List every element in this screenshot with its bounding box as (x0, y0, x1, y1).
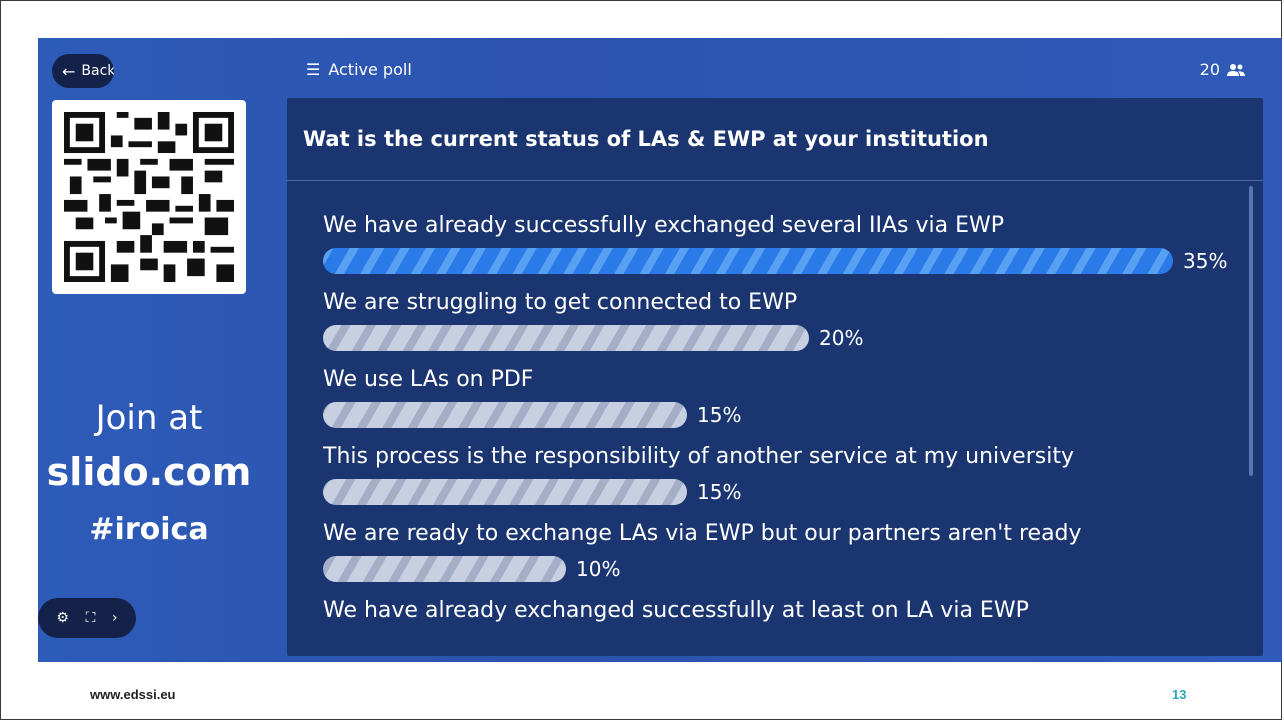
poll-option-label: We are struggling to get connected to EW… (323, 290, 798, 315)
qr-code-image (64, 112, 234, 282)
poll-question: Wat is the current status of LAs & EWP a… (287, 98, 1263, 181)
poll-option-label: We have already exchanged successfully a… (323, 598, 1029, 623)
qr-code (52, 100, 246, 294)
poll-option: We have already successfully exchanged s… (323, 212, 1243, 289)
list-icon: ☰ (306, 60, 321, 79)
poll-option-percent: 10% (576, 557, 621, 581)
poll-bar (323, 556, 566, 582)
poll-option-label: We use LAs on PDF (323, 367, 534, 392)
poll-option: We are struggling to get connected to EW… (323, 289, 1243, 366)
join-at-text: Join at (95, 398, 203, 438)
participant-count: 20 (1200, 60, 1246, 79)
page-number: 13 (1172, 687, 1187, 702)
poll-option-label: We have already successfully exchanged s… (323, 213, 1004, 238)
event-code: #iroica (89, 512, 209, 547)
poll-option-percent: 15% (697, 403, 742, 427)
poll-bar-row: 15% (323, 479, 1243, 505)
poll-bar (323, 479, 687, 505)
arrow-left-icon: ← (62, 61, 76, 81)
gear-icon[interactable]: ⚙ (56, 610, 69, 626)
fullscreen-icon[interactable]: ⛶ (86, 610, 96, 626)
poll-bar-row: 20% (323, 325, 1243, 351)
poll-option: This process is the responsibility of an… (323, 443, 1243, 520)
poll-bar (323, 325, 809, 351)
back-button[interactable]: ← Back (52, 54, 114, 88)
footer-url: www.edssi.eu (90, 687, 176, 702)
join-url: slido.com (46, 450, 252, 494)
chevron-right-icon[interactable]: › (112, 610, 118, 626)
poll-option: We have already exchanged successfully a… (323, 597, 1243, 656)
poll-bar (323, 402, 687, 428)
poll-option-label: This process is the responsibility of an… (323, 444, 1074, 469)
poll-bar-row: 10% (323, 556, 1243, 582)
active-poll-header[interactable]: ☰ Active poll (306, 60, 412, 79)
poll-bar-row: 15% (323, 402, 1243, 428)
participant-count-value: 20 (1199, 60, 1220, 79)
poll-bar-leading (323, 248, 1173, 274)
back-label: Back (81, 63, 114, 79)
slido-stage: ← Back Join at slido.com #iroica ⚙ ⛶ › ☰… (38, 38, 1282, 662)
poll-option: We are ready to exchange LAs via EWP but… (323, 520, 1243, 597)
poll-option-percent: 15% (697, 480, 742, 504)
poll-option-percent: 35% (1183, 249, 1228, 273)
people-icon (1227, 63, 1245, 76)
presenter-controls: ⚙ ⛶ › (38, 598, 136, 638)
active-poll-label: Active poll (328, 60, 412, 79)
poll-options: We have already successfully exchanged s… (323, 212, 1243, 656)
poll-option: We use LAs on PDF 15% (323, 366, 1243, 443)
poll-bar-row: 35% (323, 248, 1243, 274)
poll-option-percent: 20% (819, 326, 864, 350)
poll-panel: Wat is the current status of LAs & EWP a… (287, 98, 1263, 656)
poll-option-label: We are ready to exchange LAs via EWP but… (323, 521, 1082, 546)
poll-scrollbar[interactable] (1249, 186, 1253, 476)
